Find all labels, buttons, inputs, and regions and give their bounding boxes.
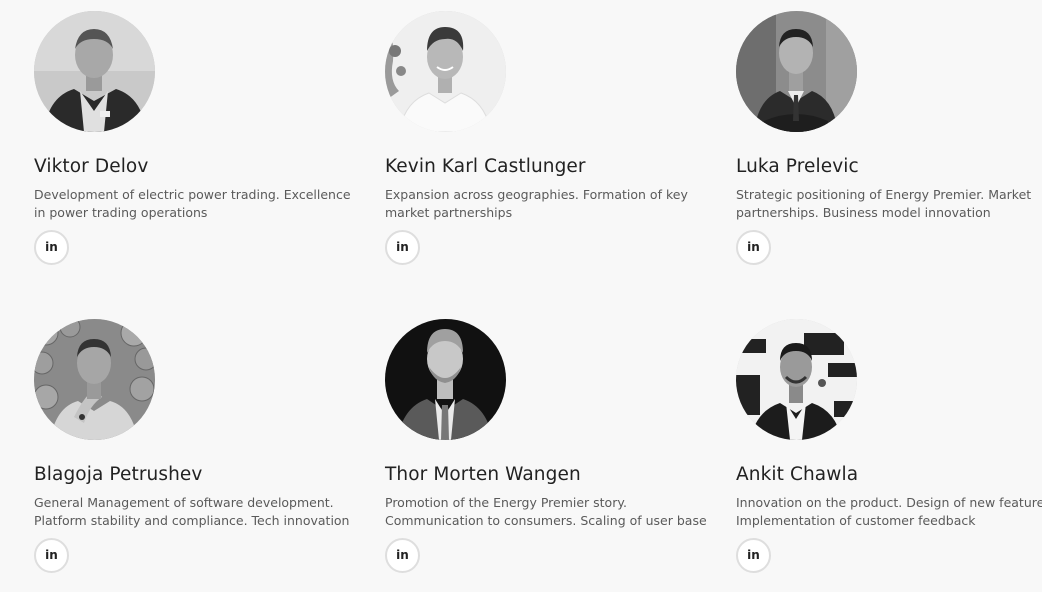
member-photo <box>34 11 155 132</box>
member-description-line: Communication to consumers. Scaling of u… <box>385 513 707 528</box>
member-photo <box>385 319 506 440</box>
member-photo <box>736 319 857 440</box>
member-photo <box>34 319 155 440</box>
member-description: Expansion across geographies. Formation … <box>385 186 691 222</box>
member-description: Development of electric power trading. E… <box>34 186 351 222</box>
member-name: Blagoja Petrushev <box>34 464 203 485</box>
linkedin-icon: in <box>747 240 760 254</box>
linkedin-button[interactable]: in <box>736 538 771 573</box>
linkedin-icon: in <box>45 240 58 254</box>
member-description-line: Platform stability and compliance. Tech … <box>34 513 350 528</box>
team-member-card: Thor Morten Wangen Promotion of the Ener… <box>385 319 707 573</box>
member-description-line: partnerships. Business model innovation <box>736 205 991 220</box>
team-member-card: Ankit Chawla Innovation on the product. … <box>736 319 1042 573</box>
member-description-line: Expansion across geographies. Formation … <box>385 187 688 202</box>
linkedin-button[interactable]: in <box>34 538 69 573</box>
member-name: Ankit Chawla <box>736 464 859 485</box>
member-description: Strategic positioning of Energy Premier.… <box>736 186 1042 222</box>
member-description-line: Promotion of the Energy Premier story. <box>385 495 627 510</box>
member-description-line: market partnerships <box>385 205 513 220</box>
team-member-card: Kevin Karl Castlunger Expansion across g… <box>385 11 691 265</box>
linkedin-icon: in <box>45 548 58 562</box>
member-name: Kevin Karl Castlunger <box>385 156 586 177</box>
member-description-line: Implementation of customer feedback <box>736 513 976 528</box>
member-description-line: General Management of software developme… <box>34 495 334 510</box>
member-photo <box>736 11 857 132</box>
linkedin-button[interactable]: in <box>385 230 420 265</box>
linkedin-button[interactable]: in <box>736 230 771 265</box>
linkedin-icon: in <box>396 548 409 562</box>
member-name: Viktor Delov <box>34 156 149 177</box>
member-description-line: Development of electric power trading. E… <box>34 187 351 202</box>
linkedin-icon: in <box>747 548 760 562</box>
linkedin-icon: in <box>396 240 409 254</box>
linkedin-button[interactable]: in <box>34 230 69 265</box>
member-description-line: in power trading operations <box>34 205 208 220</box>
member-description-line: Innovation on the product. Design of new… <box>736 495 1042 510</box>
member-name: Luka Prelevic <box>736 156 859 177</box>
member-description: Innovation on the product. Design of new… <box>736 494 1042 530</box>
team-member-card: Blagoja Petrushev General Management of … <box>34 319 350 573</box>
linkedin-button[interactable]: in <box>385 538 420 573</box>
member-description: General Management of software developme… <box>34 494 350 530</box>
member-photo <box>385 11 506 132</box>
member-description-line: Strategic positioning of Energy Premier.… <box>736 187 1032 202</box>
member-name: Thor Morten Wangen <box>385 464 581 485</box>
team-member-card: Viktor Delov Development of electric pow… <box>34 11 351 265</box>
member-description: Promotion of the Energy Premier story. C… <box>385 494 707 530</box>
team-member-card: Luka Prelevic Strategic positioning of E… <box>736 11 1042 265</box>
